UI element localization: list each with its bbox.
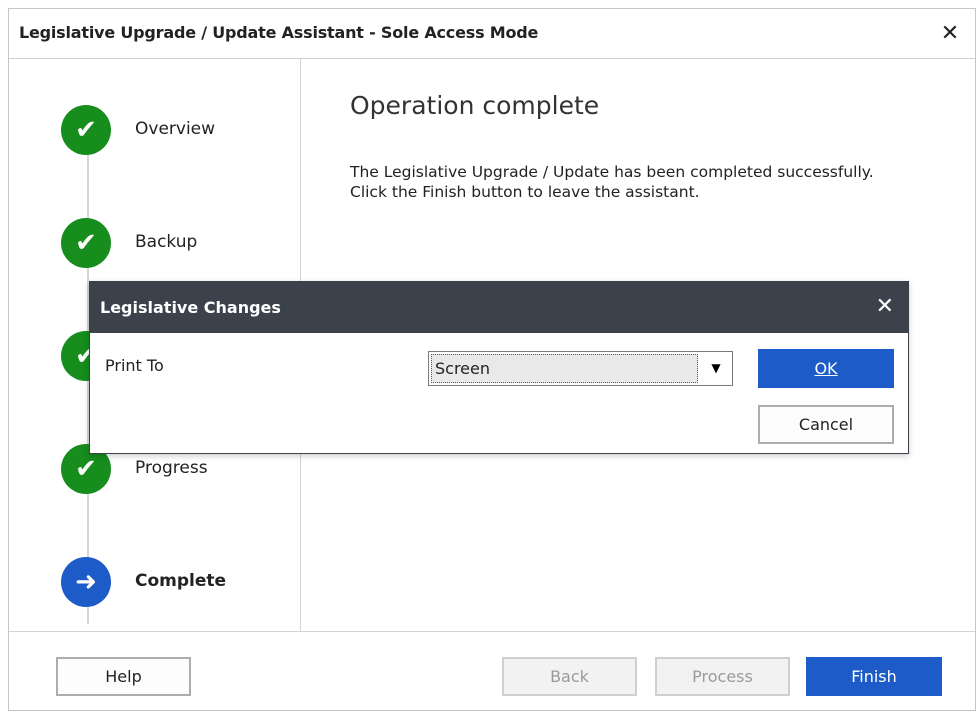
process-button[interactable]: Process [655, 657, 790, 696]
cancel-button[interactable]: Cancel [758, 405, 894, 444]
close-icon[interactable]: ✕ [933, 17, 967, 51]
page-title: Operation complete [350, 91, 600, 120]
legislative-changes-dialog: Legislative Changes ✕ Print To Screen ▼ … [89, 281, 909, 454]
back-button[interactable]: Back [502, 657, 637, 696]
checkmark-icon: ✔ [61, 105, 111, 155]
arrow-right-icon: ➜ [61, 557, 111, 607]
message-line-2: Click the Finish button to leave the ass… [350, 183, 700, 201]
title-bar: Legislative Upgrade / Update Assistant -… [9, 9, 975, 59]
finish-button[interactable]: Finish [806, 657, 942, 696]
content-panel: Operation complete The Legislative Upgra… [350, 91, 960, 202]
chevron-down-icon[interactable]: ▼ [702, 354, 730, 383]
step-label: Progress [135, 458, 208, 478]
footer-bar: Help Back Process Finish [9, 631, 975, 710]
ok-button[interactable]: OK [758, 349, 894, 388]
message-line-1: The Legislative Upgrade / Update has bee… [350, 163, 874, 181]
print-to-select[interactable]: Screen ▼ [428, 351, 733, 386]
window-title: Legislative Upgrade / Update Assistant -… [19, 23, 539, 42]
dialog-title: Legislative Changes [100, 298, 281, 317]
help-button[interactable]: Help [56, 657, 191, 696]
step-label: Backup [135, 232, 198, 252]
checkmark-icon: ✔ [61, 218, 111, 268]
dialog-close-icon[interactable]: ✕ [876, 291, 894, 323]
step-overview: ✔ Overview [61, 105, 291, 155]
step-label: Complete [135, 571, 227, 591]
print-to-label: Print To [105, 356, 164, 375]
print-to-value: Screen [431, 354, 698, 383]
step-backup: ✔ Backup [61, 218, 291, 268]
dialog-title-bar: Legislative Changes ✕ [90, 282, 908, 333]
step-label: Overview [135, 119, 216, 139]
step-complete: ➜ Complete [61, 557, 291, 607]
ok-label: OK [814, 359, 838, 378]
